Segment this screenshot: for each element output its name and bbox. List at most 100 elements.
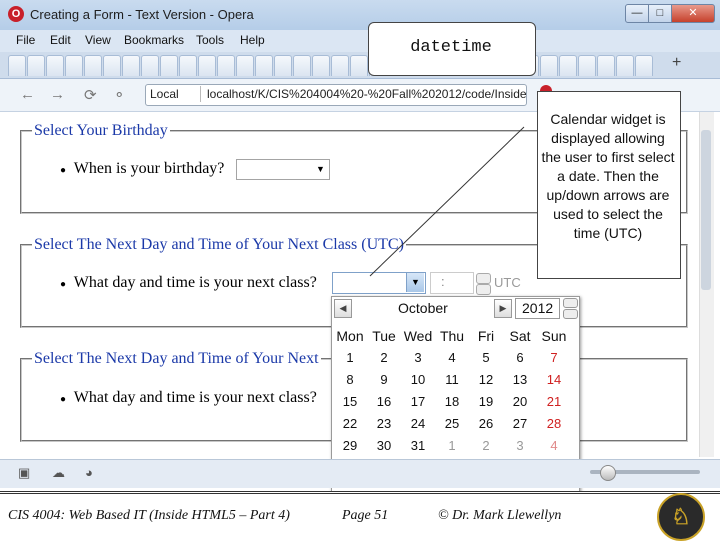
calendar-day[interactable]: 6 — [503, 350, 537, 365]
calendar-day[interactable]: 26 — [469, 416, 503, 431]
browser-tab[interactable] — [179, 55, 197, 76]
calendar-day[interactable]: 1 — [435, 438, 469, 453]
browser-tab[interactable] — [122, 55, 140, 76]
calendar-day[interactable]: 13 — [503, 372, 537, 387]
calendar-day[interactable]: 14 — [537, 372, 571, 387]
calendar-day[interactable]: 30 — [367, 438, 401, 453]
calendar-day[interactable]: 15 — [333, 394, 367, 409]
menu-help[interactable]: Help — [240, 33, 265, 47]
datetime-callout-text: datetime — [410, 38, 492, 57]
browser-tab[interactable] — [141, 55, 159, 76]
calendar-day[interactable]: 19 — [469, 394, 503, 409]
calendar-day[interactable]: 24 — [401, 416, 435, 431]
browser-tab[interactable] — [84, 55, 102, 76]
calendar-day[interactable]: 23 — [367, 416, 401, 431]
url-text[interactable]: localhost/K/CIS%204004%20-%20Fall%202012… — [207, 87, 527, 101]
cloud-icon[interactable]: ☁ — [52, 465, 65, 481]
browser-tab[interactable] — [331, 55, 349, 76]
calendar-day[interactable]: 1 — [333, 350, 367, 365]
calendar-day[interactable]: 16 — [367, 394, 401, 409]
reload-icon[interactable]: ⟳ — [84, 86, 97, 104]
browser-tab[interactable] — [559, 55, 577, 76]
browser-tab[interactable] — [217, 55, 235, 76]
local-badge[interactable]: Local — [150, 87, 179, 101]
calendar-day[interactable]: 29 — [333, 438, 367, 453]
maximize-button[interactable]: □ — [648, 4, 672, 23]
birthday-question-text: When is your birthday? — [73, 160, 225, 177]
right-arrow-icon[interactable]: ▶ — [494, 299, 512, 318]
minimize-button[interactable]: — — [625, 4, 649, 23]
calendar-day[interactable]: 7 — [537, 350, 571, 365]
browser-tab[interactable] — [46, 55, 64, 76]
browser-tab[interactable] — [65, 55, 83, 76]
calendar-day[interactable]: 8 — [333, 372, 367, 387]
menu-view[interactable]: View — [85, 33, 111, 47]
speed-dial-icon[interactable]: ◕ — [85, 465, 93, 480]
datetime-time-input[interactable] — [430, 272, 474, 294]
calendar-day[interactable]: 4 — [435, 350, 469, 365]
next-class-question-text: What day and time is your next class? — [73, 274, 317, 291]
calendar-day[interactable]: 22 — [333, 416, 367, 431]
opera-logo-icon[interactable]: O — [8, 6, 24, 22]
calendar-day[interactable]: 2 — [367, 350, 401, 365]
new-tab-icon[interactable]: + — [672, 54, 681, 72]
time-up-icon[interactable] — [476, 273, 491, 284]
browser-tab[interactable] — [160, 55, 178, 76]
browser-tab[interactable] — [616, 55, 634, 76]
menu-bookmarks[interactable]: Bookmarks — [124, 33, 184, 47]
calendar-day[interactable]: 27 — [503, 416, 537, 431]
calendar-day[interactable]: 2 — [469, 438, 503, 453]
calendar-month[interactable]: October — [398, 300, 448, 316]
year-down-icon[interactable] — [563, 309, 578, 319]
browser-tab[interactable] — [350, 55, 368, 76]
key-icon[interactable]: ⚬ — [113, 86, 126, 104]
calendar-day[interactable]: 25 — [435, 416, 469, 431]
browser-tab[interactable] — [27, 55, 45, 76]
calendar-day[interactable]: 4 — [537, 438, 571, 453]
footer-page: Page 51 — [342, 508, 389, 523]
calendar-dropdown-icon[interactable]: ▼ — [406, 273, 424, 292]
browser-tab[interactable] — [578, 55, 596, 76]
left-arrow-icon[interactable]: ◀ — [334, 299, 352, 318]
back-icon[interactable]: ← — [20, 86, 35, 103]
dropdown-arrow-icon[interactable]: ▼ — [316, 164, 325, 174]
calendar-day[interactable]: 11 — [435, 372, 469, 387]
year-up-icon[interactable] — [563, 298, 578, 308]
calendar-day[interactable]: 18 — [435, 394, 469, 409]
browser-tab[interactable] — [274, 55, 292, 76]
calendar-day[interactable]: 31 — [401, 438, 435, 453]
scrollbar-thumb[interactable] — [701, 130, 711, 290]
close-button[interactable]: ✕ — [671, 4, 715, 23]
calendar-day[interactable]: 17 — [401, 394, 435, 409]
calendar-day[interactable]: 12 — [469, 372, 503, 387]
day-header: Mon — [336, 328, 364, 344]
calendar-day[interactable]: 3 — [503, 438, 537, 453]
calendar-day[interactable]: 20 — [503, 394, 537, 409]
browser-tab[interactable] — [103, 55, 121, 76]
menu-tools[interactable]: Tools — [196, 33, 224, 47]
browser-tab[interactable] — [597, 55, 615, 76]
calendar-day[interactable]: 3 — [401, 350, 435, 365]
calendar-day[interactable]: 5 — [469, 350, 503, 365]
footer-course: CIS 4004: Web Based IT (Inside HTML5 – P… — [8, 508, 290, 523]
browser-tab[interactable] — [293, 55, 311, 76]
zoom-slider-knob[interactable] — [600, 465, 616, 481]
browser-tab[interactable] — [8, 55, 26, 76]
browser-tab[interactable] — [198, 55, 216, 76]
calendar-day[interactable]: 10 — [401, 372, 435, 387]
ucf-pegasus-logo: ♘ — [657, 493, 705, 541]
calendar-day[interactable]: 21 — [537, 394, 571, 409]
browser-tab[interactable] — [312, 55, 330, 76]
menu-file[interactable]: File — [16, 33, 35, 47]
browser-tab[interactable] — [540, 55, 558, 76]
calendar-day[interactable]: 28 — [537, 416, 571, 431]
menu-edit[interactable]: Edit — [50, 33, 71, 47]
calendar-day[interactable]: 9 — [367, 372, 401, 387]
calendar-year[interactable]: 2012 — [515, 298, 560, 319]
browser-tab[interactable] — [236, 55, 254, 76]
panel-toggle-icon[interactable]: ▣ — [18, 465, 30, 481]
forward-icon[interactable]: → — [50, 86, 65, 103]
browser-tab[interactable] — [255, 55, 273, 76]
time-down-icon[interactable] — [476, 284, 491, 295]
browser-tab[interactable] — [635, 55, 653, 76]
